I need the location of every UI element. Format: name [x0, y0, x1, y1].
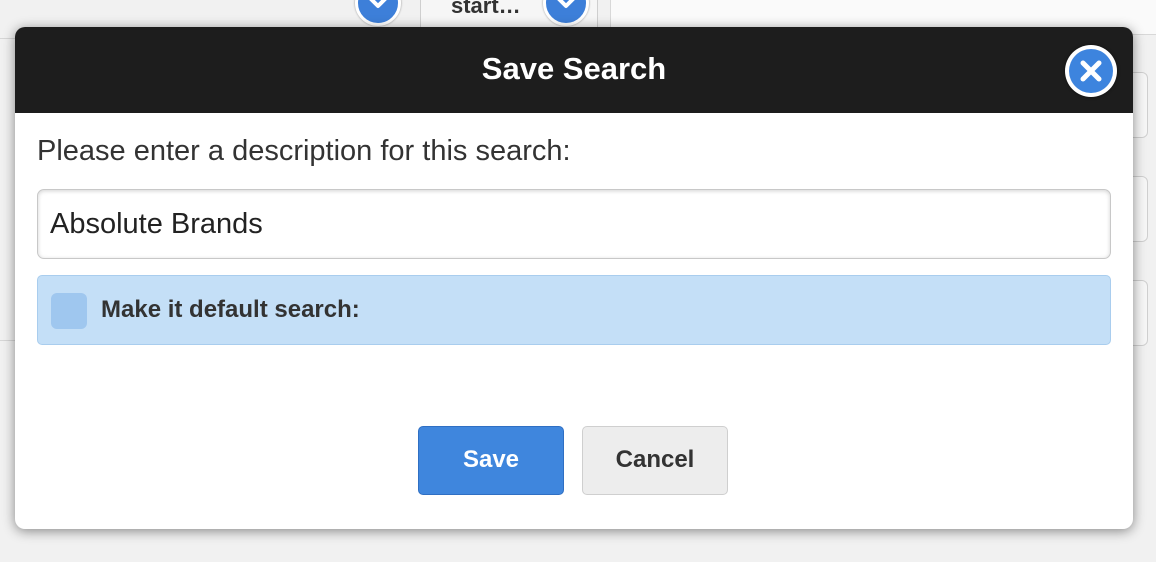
- save-button[interactable]: Save: [418, 426, 564, 495]
- chevron-down-icon[interactable]: [355, 0, 401, 26]
- description-input[interactable]: [37, 189, 1111, 259]
- default-search-checkbox[interactable]: [51, 293, 87, 329]
- description-prompt: Please enter a description for this sear…: [37, 135, 571, 167]
- cancel-button[interactable]: Cancel: [582, 426, 728, 495]
- default-search-option[interactable]: Make it default search:: [37, 275, 1111, 345]
- dialog-header: Save Search: [15, 27, 1133, 113]
- close-button[interactable]: [1065, 45, 1117, 97]
- save-search-dialog: Save Search Please enter a description f…: [15, 27, 1133, 529]
- close-icon: [1069, 49, 1113, 93]
- default-search-label: Make it default search:: [101, 296, 360, 323]
- background-toolbar-label: start…: [451, 0, 521, 18]
- dialog-title: Save Search: [481, 51, 667, 86]
